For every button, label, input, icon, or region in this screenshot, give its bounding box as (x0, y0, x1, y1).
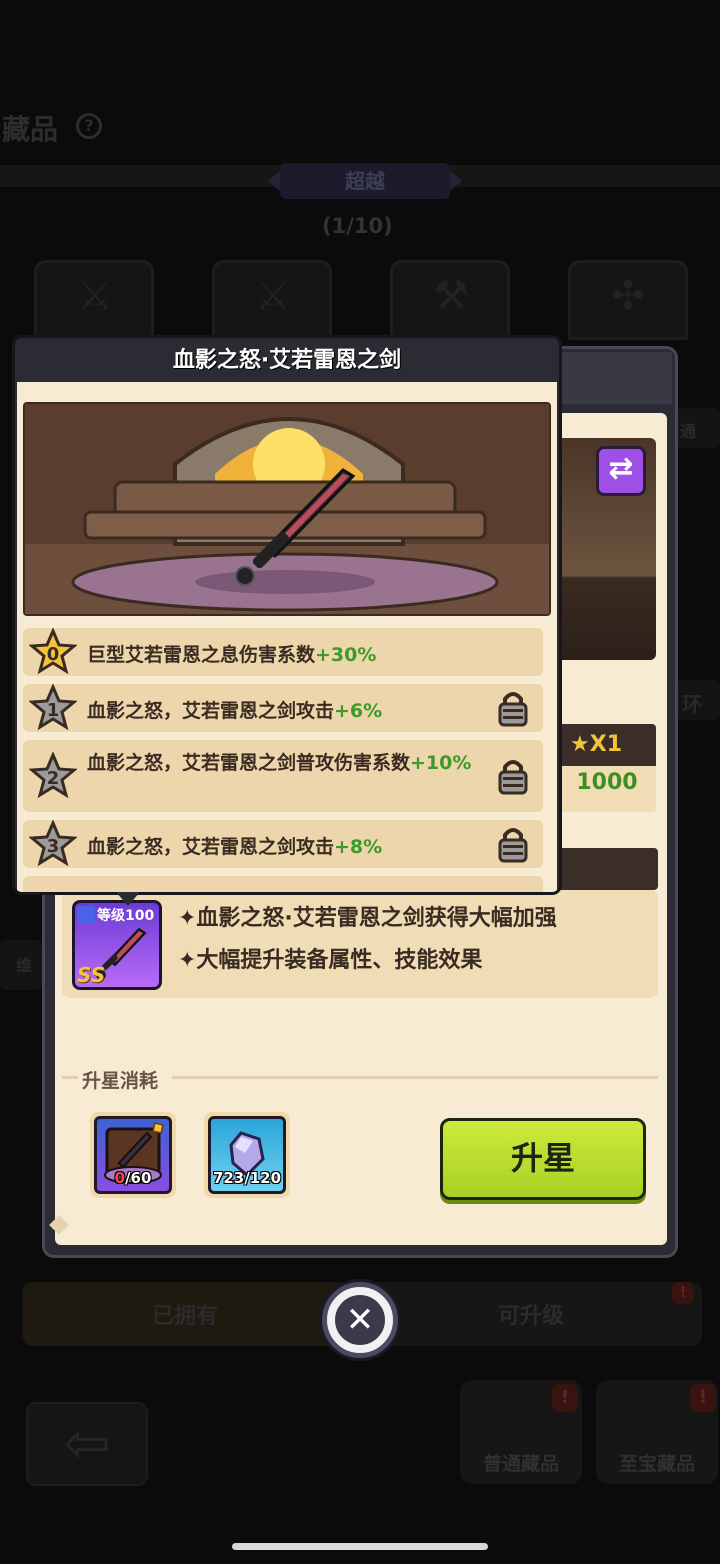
collection-slot[interactable]: ✣ (568, 260, 688, 340)
collection-progress: (1/10) (322, 214, 393, 238)
star-icon: 2 (29, 752, 77, 799)
star-icon: 0 (29, 628, 77, 675)
weapon-type-icon (77, 906, 95, 924)
svg-text:1: 1 (47, 700, 60, 721)
cost-have-insufficient: 0 (114, 1169, 126, 1187)
cost-need: /60 (125, 1169, 152, 1187)
star-icon: 3 (29, 820, 77, 867)
star-effect-gain: +30% (315, 644, 377, 666)
swap-icon[interactable]: ⇄ (596, 446, 646, 496)
upgrade-star-button[interactable]: 升星 (440, 1118, 646, 1200)
star-icon: ★ (570, 732, 590, 757)
side-card: 维 (0, 940, 42, 990)
star-count: X1 (589, 732, 623, 757)
close-icon: ✕ (335, 1295, 385, 1345)
star-row-3: 3 血影之怒，艾若雷恩之剑攻击+8% (23, 820, 543, 868)
popup-title: 血影之怒·艾若雷恩之剑 (172, 348, 402, 373)
sword-icon: ⚔ (255, 273, 291, 319)
star-row-2: 2 血影之怒，艾若雷恩之剑普攻伤害系数+10% (23, 740, 543, 812)
star-effect-gain: +10% (410, 752, 472, 774)
alert-badge: ! (690, 1384, 716, 1412)
back-button[interactable]: ⇦ (26, 1402, 148, 1486)
collection-slot[interactable]: ⚔ (212, 260, 332, 340)
divider (62, 1076, 78, 1079)
divider (172, 1076, 658, 1079)
star-row-partial (23, 876, 543, 892)
tier-banner: 超越 (268, 163, 462, 199)
star-effect-text: 血影之怒，艾若雷恩之剑攻击 (87, 700, 335, 722)
weapon-item-card[interactable]: 等级100 SS (72, 900, 162, 990)
star-row-0: 0 巨型艾若雷恩之息伤害系数+30% (23, 628, 543, 676)
cost-need: /120 (244, 1169, 282, 1187)
star-effect-text: 血影之怒，艾若雷恩之剑普攻伤害系数 (87, 752, 411, 774)
sword-icon: ⚔ (77, 273, 113, 319)
star-effect-text: 血影之怒，艾若雷恩之剑攻击 (87, 836, 335, 858)
collection-slot[interactable]: ⚒ (390, 260, 510, 340)
star-icon: 1 (29, 684, 77, 731)
question-icon[interactable]: ? (76, 113, 102, 139)
star-cost-value: 1000 (576, 770, 638, 795)
bonus-line: ✦大幅提升装备属性、技能效果 (178, 948, 483, 973)
bonus-line: ✦血影之怒·艾若雷恩之剑获得大幅加强 (178, 906, 557, 931)
collection-slot[interactable]: ⚔ (34, 260, 154, 340)
item-level: 等级100 (97, 908, 155, 924)
alert-badge: ! (552, 1384, 578, 1412)
star-cost-box: ★X1 1000 (558, 724, 656, 812)
item-grade: SS (77, 963, 106, 987)
lock-icon (498, 760, 528, 795)
cost-item-weapon-shard[interactable]: 0/60 (90, 1112, 176, 1198)
star-row-1: 1 血影之怒，艾若雷恩之剑攻击+6% (23, 684, 543, 732)
cost-have: 723 (212, 1169, 245, 1187)
side-card: 环 (676, 680, 720, 720)
cost-section-label: 升星消耗 (82, 1070, 159, 1092)
star-effect-text: 巨型艾若雷恩之息伤害系数 (87, 644, 316, 666)
popup-body: 0 巨型艾若雷恩之息伤害系数+30% 1 血影之怒，艾若雷恩之剑攻击+6% 2 … (17, 382, 557, 892)
section-header-bar (548, 848, 658, 890)
star-effect-gain: +6% (334, 700, 383, 722)
page-title: 藏品 (2, 113, 59, 146)
hammer-icon: ⚒ (433, 273, 469, 319)
lock-icon (498, 828, 528, 863)
cost-item-crystal[interactable]: 723/120 (204, 1112, 290, 1198)
popup-pointer (116, 892, 140, 906)
close-button[interactable]: ✕ (322, 1282, 398, 1358)
tab-upgradable[interactable]: 可升级 (498, 1298, 564, 1330)
arrow-left-icon: ⇦ (63, 1411, 111, 1476)
side-card: 通 (676, 408, 720, 448)
weapon-showcase-scene (25, 404, 549, 614)
panel-header (560, 352, 672, 404)
star-detail-popup: 血影之怒·艾若雷恩之剑 0 巨型艾若雷恩之息伤害系数+30% 1 血影之怒，艾若… (12, 335, 562, 895)
star-effect-gain: +8% (334, 836, 383, 858)
svg-text:0: 0 (47, 644, 60, 665)
tab-owned[interactable]: 已拥有 (152, 1298, 218, 1330)
svg-text:2: 2 (47, 768, 60, 789)
home-indicator[interactable] (232, 1543, 488, 1550)
crossbow-icon: ✣ (611, 273, 645, 319)
alert-badge: ! (672, 1282, 694, 1304)
lock-icon (498, 692, 528, 727)
svg-text:3: 3 (47, 836, 60, 857)
weapon-showcase (23, 402, 551, 616)
